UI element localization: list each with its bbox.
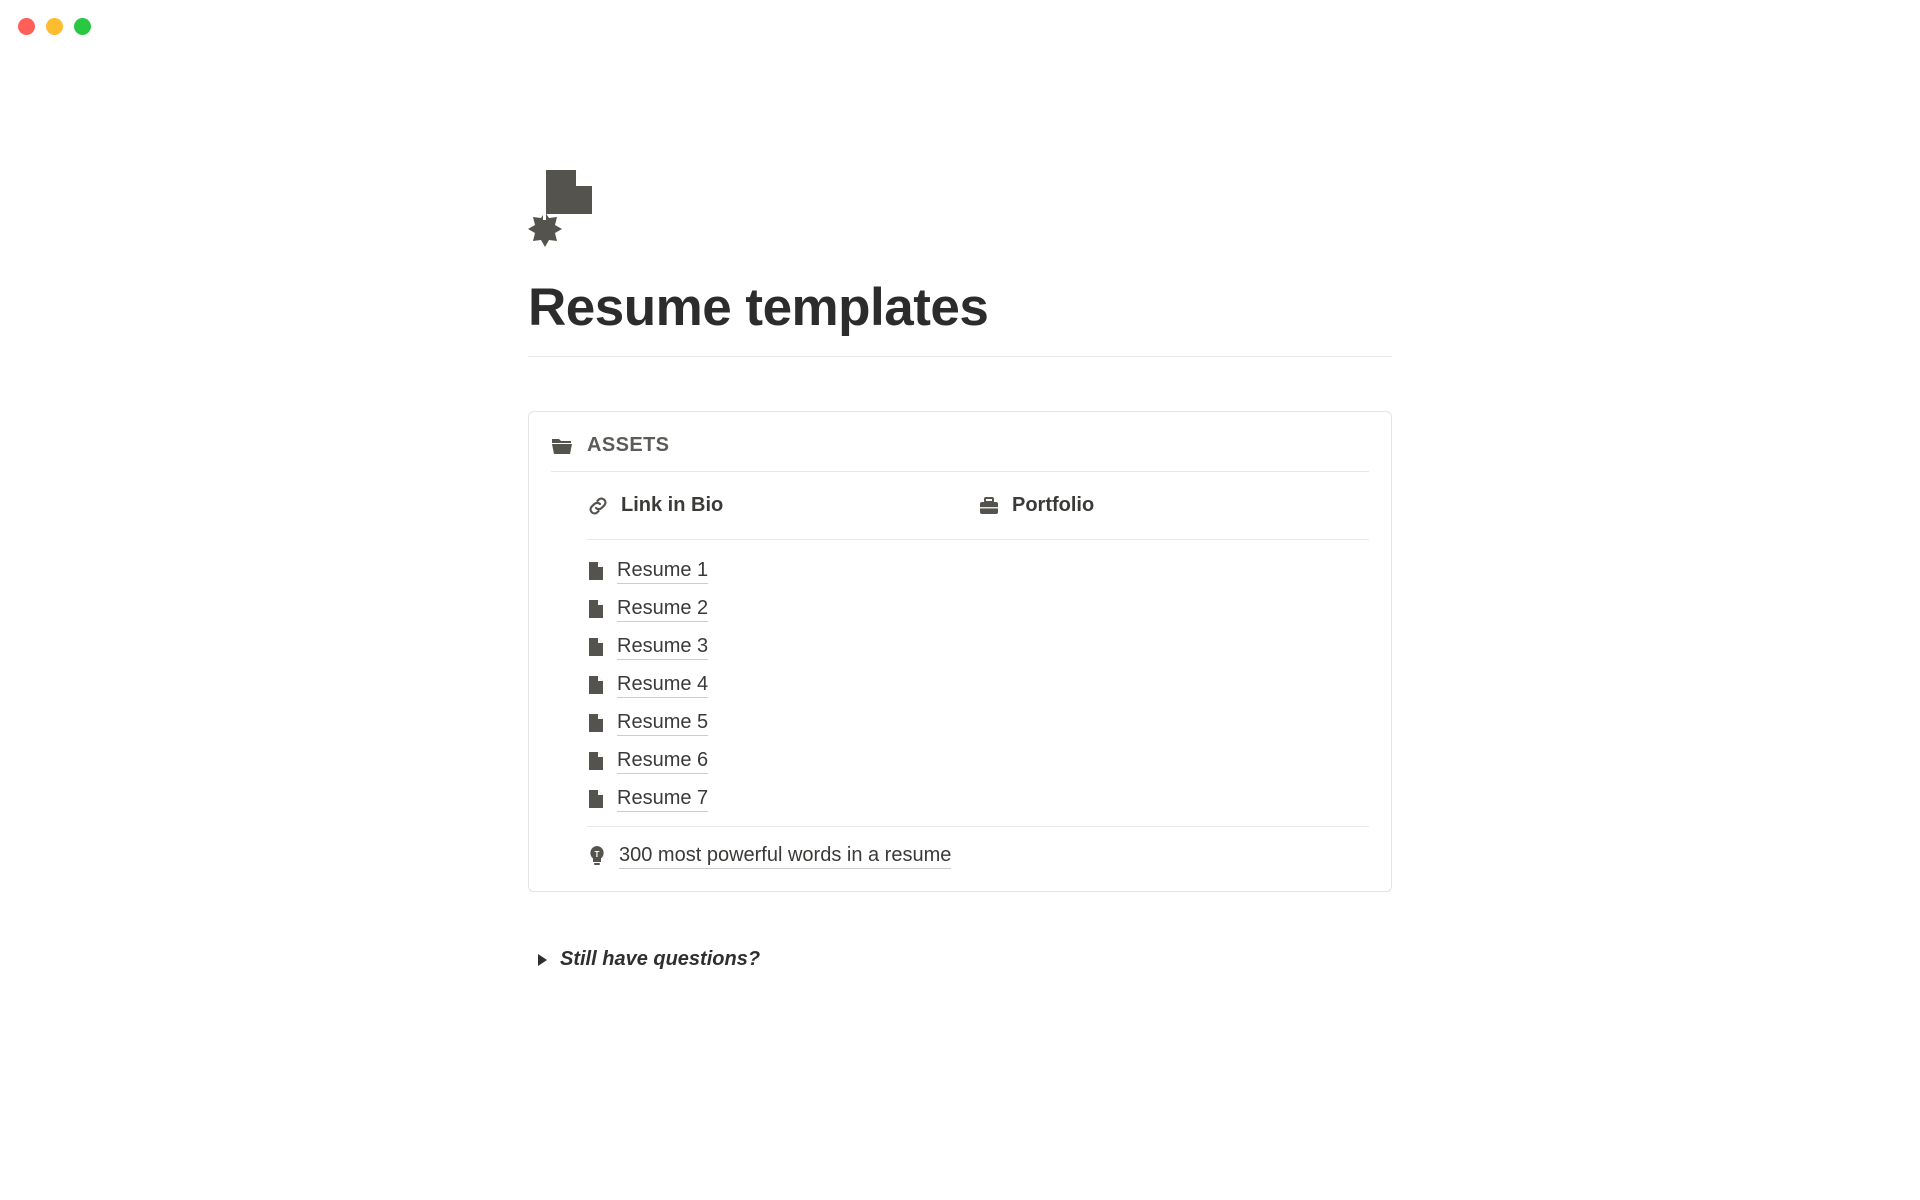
page-icon (587, 713, 605, 733)
list-item[interactable]: Resume 5 (587, 710, 1369, 736)
resume-link: Resume 2 (617, 596, 708, 622)
link-in-bio-label: Link in Bio (621, 494, 723, 517)
assets-header: ASSETS (551, 434, 1369, 472)
list-item[interactable]: Resume 4 (587, 672, 1369, 698)
caret-right-icon (536, 953, 548, 967)
resume-link: Resume 7 (617, 786, 708, 812)
page-icon (587, 561, 605, 581)
resume-link: Resume 4 (617, 672, 708, 698)
tips-link: 300 most powerful words in a resume (619, 843, 951, 869)
minimize-window-button[interactable] (46, 18, 63, 35)
resume-link: Resume 3 (617, 634, 708, 660)
window-traffic-lights (18, 18, 91, 35)
page-icon (587, 599, 605, 619)
divider (528, 356, 1392, 357)
document-badge-icon (528, 170, 598, 248)
list-item[interactable]: Resume 3 (587, 634, 1369, 660)
resume-link: Resume 5 (617, 710, 708, 736)
resume-list: Resume 1 Resume 2 Resume 3 Resume 4 (587, 540, 1369, 827)
link-icon (587, 495, 609, 517)
resume-link: Resume 6 (617, 748, 708, 774)
list-item[interactable]: Resume 2 (587, 596, 1369, 622)
page-icon[interactable] (528, 170, 1392, 253)
briefcase-icon (978, 496, 1000, 516)
assets-callout: ASSETS Link in Bio (528, 411, 1392, 892)
page-icon (587, 789, 605, 809)
list-item[interactable]: Resume 6 (587, 748, 1369, 774)
link-in-bio-item[interactable]: Link in Bio (587, 494, 978, 517)
page-icon (587, 637, 605, 657)
faq-toggle[interactable]: Still have questions? (528, 948, 1392, 971)
maximize-window-button[interactable] (74, 18, 91, 35)
page-icon (587, 675, 605, 695)
portfolio-item[interactable]: Portfolio (978, 494, 1369, 517)
folder-open-icon (551, 436, 573, 456)
assets-top-links: Link in Bio Portfolio (587, 472, 1369, 540)
faq-toggle-label: Still have questions? (560, 948, 760, 971)
resume-link: Resume 1 (617, 558, 708, 584)
tips-item[interactable]: T 300 most powerful words in a resume (587, 827, 1369, 869)
close-window-button[interactable] (18, 18, 35, 35)
list-item[interactable]: Resume 1 (587, 558, 1369, 584)
portfolio-label: Portfolio (1012, 494, 1094, 517)
lightbulb-icon: T (587, 845, 607, 867)
page-container: Resume templates ASSETS (480, 0, 1440, 971)
svg-text:T: T (595, 850, 600, 859)
assets-header-label: ASSETS (587, 434, 669, 457)
page-title[interactable]: Resume templates (528, 277, 1392, 338)
list-item[interactable]: Resume 7 (587, 786, 1369, 812)
page-icon (587, 751, 605, 771)
